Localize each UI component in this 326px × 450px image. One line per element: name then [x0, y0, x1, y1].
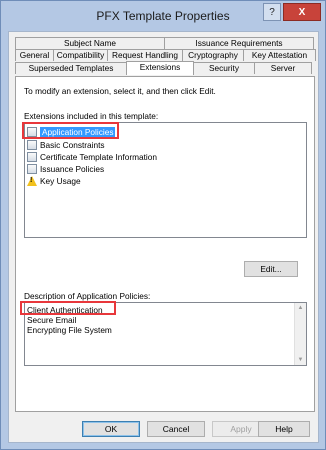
tab-extensions[interactable]: Extensions: [126, 61, 194, 75]
list-item-label: Issuance Policies: [40, 164, 105, 174]
tab-superseded-templates[interactable]: Superseded Templates: [15, 62, 127, 74]
dialog-window: PFX Template Properties ? X Subject Name…: [0, 0, 326, 450]
tab-compatibility[interactable]: Compatibility: [53, 49, 108, 61]
extension-icon: [27, 164, 37, 174]
extension-icon: [27, 140, 37, 150]
description-line: Encrypting File System: [27, 325, 112, 335]
tab-cryptography[interactable]: Cryptography: [182, 49, 244, 61]
tab-row-2: General Compatibility Request Handling C…: [15, 49, 316, 61]
tab-request-handling[interactable]: Request Handling: [107, 49, 183, 61]
list-item-label: Key Usage: [40, 176, 81, 186]
highlight-box-client-authentication: [20, 301, 116, 315]
list-item-issuance-policies[interactable]: Issuance Policies: [27, 163, 104, 175]
close-button[interactable]: X: [283, 3, 321, 21]
highlight-box-application-policies: [22, 122, 119, 139]
extension-icon: [27, 152, 37, 162]
list-item-key-usage[interactable]: Key Usage: [27, 175, 81, 187]
extensions-list-label: Extensions included in this template:: [24, 111, 159, 121]
tab-server[interactable]: Server: [254, 62, 312, 74]
extensions-list[interactable]: Application Policies Basic Constraints C…: [22, 122, 307, 238]
ok-button[interactable]: OK: [82, 421, 140, 437]
cancel-button[interactable]: Cancel: [147, 421, 205, 437]
list-item-label: Basic Constraints: [40, 140, 105, 150]
tab-security[interactable]: Security: [193, 62, 255, 74]
tab-row-3: Superseded Templates Extensions Security…: [15, 61, 312, 75]
tab-key-attestation[interactable]: Key Attestation: [243, 49, 316, 61]
description-box[interactable]: Client Authentication Secure Email Encry…: [20, 301, 307, 366]
help-button[interactable]: Help: [258, 421, 310, 437]
description-line: Secure Email: [27, 315, 77, 325]
scroll-down-icon[interactable]: ▼: [295, 355, 306, 365]
list-item-basic-constraints[interactable]: Basic Constraints: [27, 139, 105, 151]
extensions-panel: To modify an extension, select it, and t…: [15, 76, 315, 412]
warning-icon: [27, 176, 37, 186]
scroll-up-icon[interactable]: ▲: [295, 303, 306, 313]
tab-subject-name[interactable]: Subject Name: [15, 37, 165, 49]
tab-general[interactable]: General: [15, 49, 54, 61]
description-scrollbar[interactable]: ▲ ▼: [294, 303, 306, 365]
title-help-button[interactable]: ?: [263, 3, 281, 21]
tab-row-1: Subject Name Issuance Requirements: [15, 37, 314, 49]
edit-button[interactable]: Edit...: [244, 261, 298, 277]
tab-issuance-requirements[interactable]: Issuance Requirements: [164, 37, 314, 49]
title-bar[interactable]: PFX Template Properties ? X: [1, 1, 325, 31]
instruction-text: To modify an extension, select it, and t…: [24, 86, 216, 96]
list-item-label: Certificate Template Information: [40, 152, 157, 162]
description-label: Description of Application Policies:: [24, 291, 151, 301]
dialog-client-area: Subject Name Issuance Requirements Gener…: [8, 31, 319, 443]
list-item-certificate-template-information[interactable]: Certificate Template Information: [27, 151, 157, 163]
